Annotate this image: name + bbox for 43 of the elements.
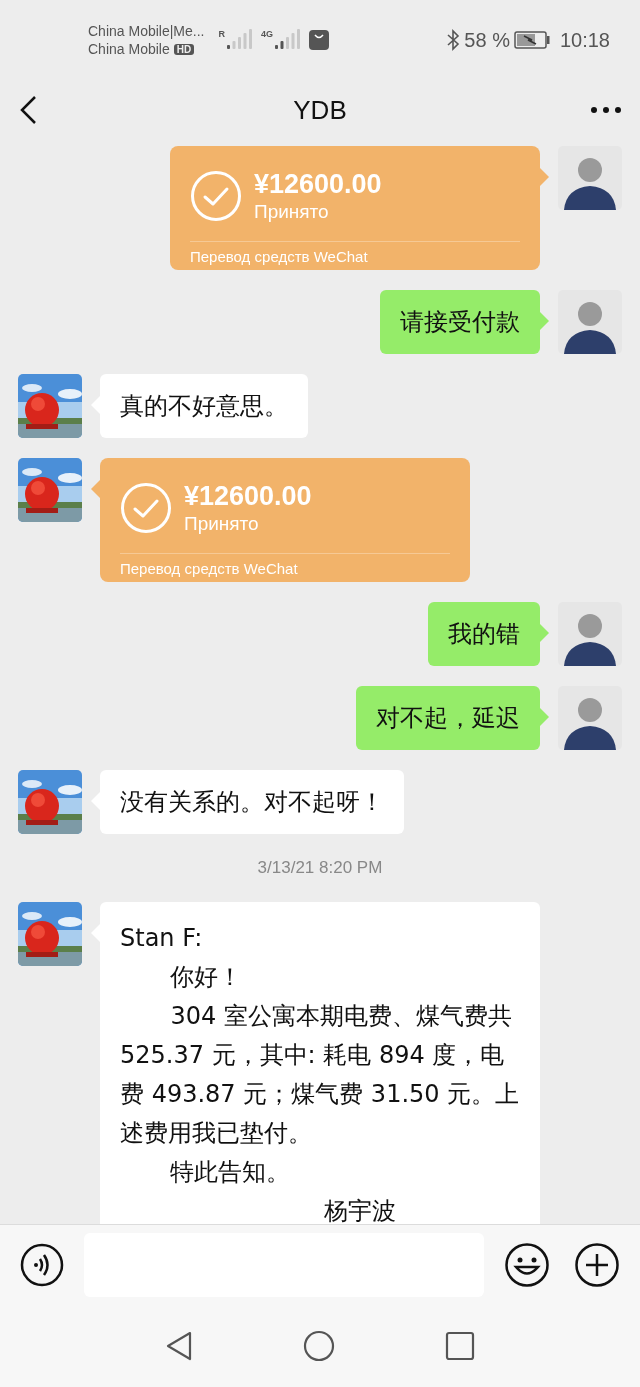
avatar[interactable] [558,290,622,354]
timestamp: 3/13/21 8:20 PM [257,857,383,879]
transfer-status: Принято [184,512,260,536]
message-paragraph: 杨宇波 [323,1196,397,1224]
bubble-tail [540,708,549,726]
avatar[interactable] [558,146,622,210]
battery-percent: 58 % [464,28,510,52]
clock: 10:18 [559,28,610,52]
roaming-label: R [218,29,225,39]
transfer-status: Принято [254,200,330,224]
bubble-tail [540,168,549,186]
transfer-amount: ¥12600.00 [184,480,312,512]
message-bubble[interactable]: 请接受付款 [380,290,540,354]
message-paragraph: Stan F: [120,923,204,954]
transfer-label: Перевод средств WeChat [120,560,298,577]
check-circle-icon [190,170,242,222]
check-circle-icon [120,482,172,534]
hd-badge: HD [173,43,195,55]
bluetooth-icon [446,29,461,51]
message-paragraph: 你好！ [169,962,244,993]
transfer-label: Перевод средств WeChat [190,248,368,265]
message-paragraph: 304 室公寓本期电费、煤气费共 525.37 元，其中: 耗电 894 度，电费 493.87 元；煤气费 31.50 元。上述费用我已垫付。 [120,1001,520,1149]
message-bubble[interactable]: 真的不好意思。 [100,374,308,438]
chat-title: YDB [292,94,348,126]
message-bubble[interactable]: 对不起，延迟 [356,686,540,750]
more-icon [590,106,622,114]
carrier-name: China Mobile [88,41,170,57]
battery-icon [513,31,550,49]
bubble-tail [91,480,100,498]
signal-icon [275,29,301,51]
app-store-icon [309,30,329,50]
bubble-tail [540,624,549,642]
avatar[interactable] [558,686,622,750]
bubble-tail [540,312,549,330]
message-bubble[interactable]: 我的错 [428,602,540,666]
network-label: 4G [260,29,273,39]
avatar[interactable] [558,602,622,666]
message-paragraph: 特此告知。 [169,1157,292,1188]
carrier-name: China Mobile|Me... [88,23,205,39]
transfer-amount: ¥12600.00 [254,168,382,200]
message-bubble[interactable]: Stan F: 你好！ 304 室公寓本期电费、煤气费共 525.37 元，其中: 耗电 894 度，电费 493.87 元；煤气费 31.50 元。上述费用我已垫付。 特此告知。 杨宇波 [100,902,540,1224]
message-bubble[interactable]: 没有关系的。对不起呀！ [100,770,404,834]
signal-icon [226,29,253,51]
